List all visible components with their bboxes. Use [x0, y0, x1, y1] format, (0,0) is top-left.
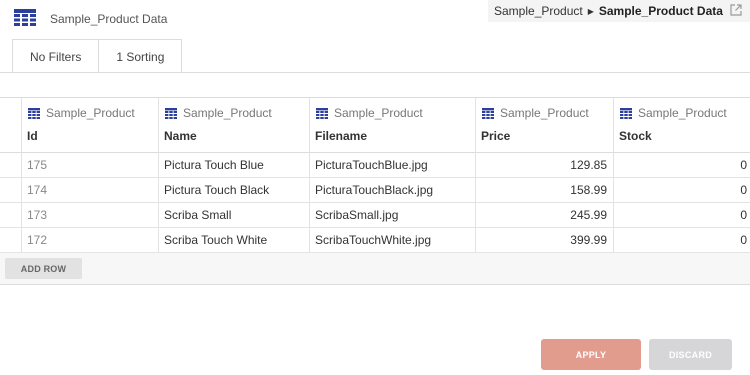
column-source: Sample_Product [28, 106, 135, 120]
table-icon [28, 107, 40, 119]
tab-filters[interactable]: No Filters [12, 39, 100, 73]
row-gutter[interactable] [0, 203, 21, 227]
cell-filename[interactable]: ScribaTouchWhite.jpg [309, 228, 475, 252]
breadcrumb: Sample_Product ▶ Sample_Product Data [488, 0, 750, 22]
apply-button[interactable]: APPLY [541, 339, 641, 370]
column-source-label: Sample_Product [638, 106, 727, 120]
column-field-label: Name [164, 129, 197, 143]
column-header-id[interactable]: Sample_Product Id [21, 98, 158, 153]
row-gutter[interactable] [0, 153, 21, 177]
row-gutter[interactable] [0, 178, 21, 202]
table-icon [482, 107, 494, 119]
table-row[interactable]: 175 Pictura Touch Blue PicturaTouchBlue.… [0, 153, 750, 178]
cell-filename[interactable]: PicturaTouchBlack.jpg [309, 178, 475, 202]
row-gutter[interactable] [0, 228, 21, 252]
column-source: Sample_Product [620, 106, 727, 120]
cell-stock[interactable]: 0 [613, 153, 750, 177]
column-field-label: Filename [315, 129, 368, 143]
column-header-filename[interactable]: Sample_Product Filename [309, 98, 475, 153]
cell-price[interactable]: 158.99 [475, 178, 613, 202]
tab-sorting[interactable]: 1 Sorting [99, 39, 183, 73]
breadcrumb-current: Sample_Product Data [598, 4, 723, 18]
table-icon [316, 107, 328, 119]
cell-id[interactable]: 175 [21, 153, 158, 177]
column-source: Sample_Product [165, 106, 272, 120]
cell-stock[interactable]: 0 [613, 203, 750, 227]
cell-id[interactable]: 174 [21, 178, 158, 202]
cell-stock[interactable]: 0 [613, 178, 750, 202]
breadcrumb-parent[interactable]: Sample_Product [494, 4, 583, 18]
column-header-stock[interactable]: Sample_Product Stock [613, 98, 750, 153]
table-icon [165, 107, 177, 119]
discard-button[interactable]: DISCARD [649, 339, 732, 370]
cell-id[interactable]: 173 [21, 203, 158, 227]
column-source: Sample_Product [482, 106, 589, 120]
grid-footer: ADD ROW [0, 253, 750, 285]
data-grid: Sample_Product Id Sample_Product Name Sa… [0, 97, 750, 285]
cell-name[interactable]: Scriba Small [158, 203, 309, 227]
cell-stock[interactable]: 0 [613, 228, 750, 252]
column-field-label: Stock [619, 129, 652, 143]
cell-price[interactable]: 245.99 [475, 203, 613, 227]
column-header-price[interactable]: Sample_Product Price [475, 98, 613, 153]
column-field-label: Price [481, 129, 511, 143]
cell-price[interactable]: 399.99 [475, 228, 613, 252]
table-row[interactable]: 172 Scriba Touch White ScribaTouchWhite.… [0, 228, 750, 253]
tabs-divider [0, 72, 750, 73]
column-field-label: Id [27, 129, 38, 143]
column-header-name[interactable]: Sample_Product Name [158, 98, 309, 153]
table-icon [620, 107, 632, 119]
filter-tabs: No Filters 1 Sorting [12, 39, 183, 73]
column-source-label: Sample_Product [46, 106, 135, 120]
column-source-label: Sample_Product [334, 106, 423, 120]
breadcrumb-separator-icon: ▶ [587, 6, 594, 16]
add-row-button[interactable]: ADD ROW [5, 258, 82, 279]
column-source: Sample_Product [316, 106, 423, 120]
cell-name[interactable]: Pictura Touch Black [158, 178, 309, 202]
cell-name[interactable]: Scriba Touch White [158, 228, 309, 252]
cell-id[interactable]: 172 [21, 228, 158, 252]
cell-filename[interactable]: ScribaSmall.jpg [309, 203, 475, 227]
column-source-label: Sample_Product [500, 106, 589, 120]
header: Sample_Product Data Sample_Product ▶ Sam… [0, 0, 750, 38]
column-source-label: Sample_Product [183, 106, 272, 120]
cell-price[interactable]: 129.85 [475, 153, 613, 177]
table-icon [14, 9, 36, 26]
page-title: Sample_Product Data [50, 12, 168, 26]
open-external-icon[interactable] [730, 4, 742, 16]
table-row[interactable]: 174 Pictura Touch Black PicturaTouchBlac… [0, 178, 750, 203]
grid-header: Sample_Product Id Sample_Product Name Sa… [0, 97, 750, 153]
cell-name[interactable]: Pictura Touch Blue [158, 153, 309, 177]
cell-filename[interactable]: PicturaTouchBlue.jpg [309, 153, 475, 177]
table-row[interactable]: 173 Scriba Small ScribaSmall.jpg 245.99 … [0, 203, 750, 228]
